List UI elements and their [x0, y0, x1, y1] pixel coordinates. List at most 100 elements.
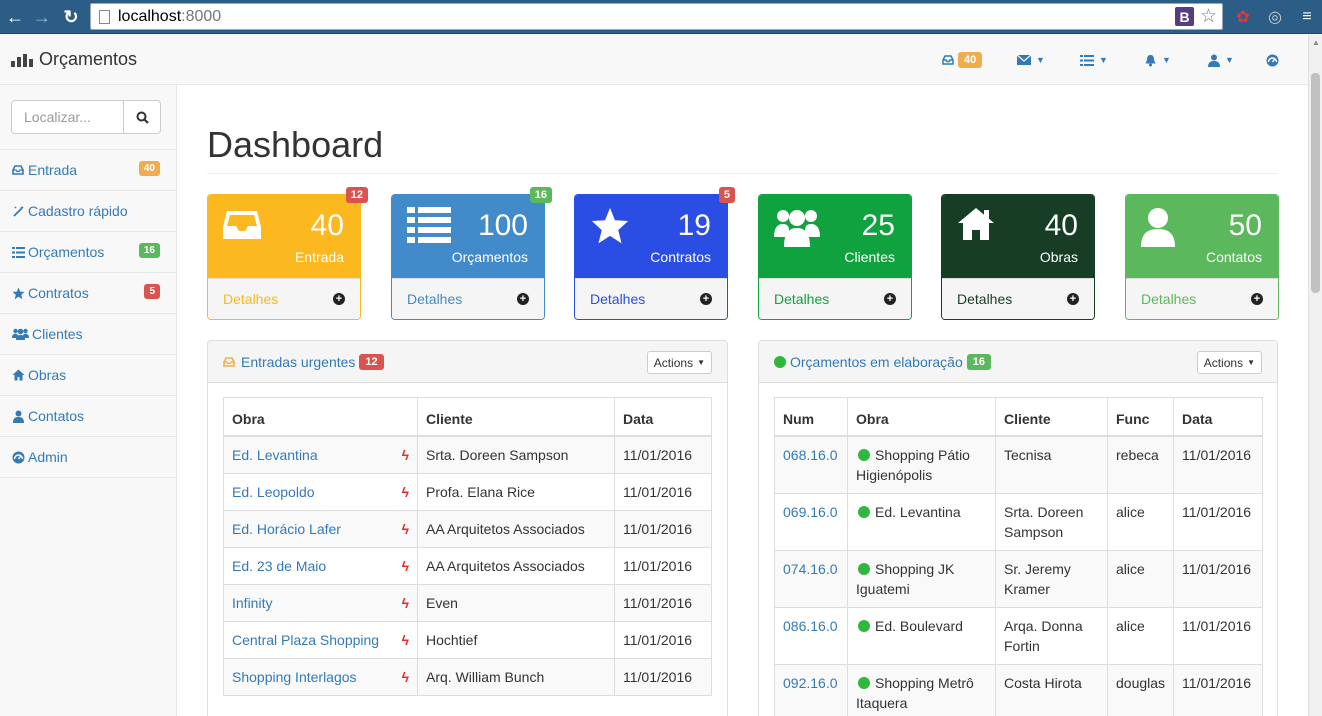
dashboard-gauge-icon: [11, 451, 25, 464]
obra-link[interactable]: Ed. Leopoldo: [232, 484, 315, 500]
card-details-link[interactable]: Detalhes +: [575, 278, 727, 319]
chevron-down-icon: ▼: [1225, 55, 1234, 65]
func-cell: alice: [1106, 492, 1175, 551]
magic-wand-icon: [11, 205, 25, 218]
plus-circle-icon: +: [884, 293, 896, 305]
extension-icon-1[interactable]: ✿: [1232, 6, 1254, 28]
lightning-icon: ϟ: [401, 668, 409, 685]
panel-heading: Orçamentos em elaboração 16 Actions ▼: [759, 341, 1277, 383]
card-label: Orçamentos: [451, 249, 528, 265]
column-header-func[interactable]: Func: [1106, 397, 1175, 437]
column-header-cliente[interactable]: Cliente: [995, 397, 1108, 437]
card-contratos: 5 19 Contratos Detalhes +: [574, 187, 735, 320]
sidebar-item-clientes[interactable]: Clientes: [0, 314, 176, 355]
card-orcamentos: 16 100 Orçamentos Detalhes +: [391, 187, 552, 320]
star-icon: [591, 207, 629, 244]
sidebar-item-obras[interactable]: Obras: [0, 355, 176, 396]
obra-link[interactable]: Infinity: [232, 595, 272, 611]
obra-link[interactable]: Central Plaza Shopping: [232, 632, 379, 648]
lightning-icon: ϟ: [401, 446, 409, 463]
list-icon: [11, 246, 25, 258]
num-link[interactable]: 074.16.0: [783, 561, 838, 577]
sidebar-item-label: Cadastro rápido: [28, 203, 128, 219]
card-details-link[interactable]: Detalhes +: [1126, 278, 1278, 319]
reload-button[interactable]: ↻: [58, 4, 84, 30]
sidebar-item-label: Clientes: [32, 326, 83, 342]
column-header-data[interactable]: Data: [614, 397, 712, 437]
func-cell: alice: [1106, 606, 1175, 665]
sidebar-item-cadastro-rapido[interactable]: Cadastro rápido: [0, 191, 176, 232]
func-cell: alice: [1106, 549, 1175, 608]
cliente-cell: Hochtief: [417, 620, 615, 659]
data-cell: 11/01/2016: [614, 509, 712, 548]
data-cell: 11/01/2016: [1173, 492, 1263, 551]
table-row: Shopping Interlagos ϟ Arq. William Bunch …: [223, 657, 712, 696]
scroll-thumb[interactable]: [1311, 73, 1320, 293]
column-header-obra[interactable]: Obra: [847, 397, 996, 437]
card-details-link[interactable]: Detalhes +: [392, 278, 544, 319]
card-label: Entrada: [294, 249, 344, 265]
sidebar-item-contratos[interactable]: Contratos 5: [0, 273, 176, 314]
obra-cell: Central Plaza Shopping ϟ: [223, 620, 418, 659]
actions-label: Actions: [1203, 355, 1244, 370]
column-header-cliente[interactable]: Cliente: [417, 397, 615, 437]
nav-inbox[interactable]: 40: [942, 35, 983, 85]
sidebar-item-label: Obras: [28, 367, 67, 383]
obra-link[interactable]: Ed. 23 de Maio: [232, 558, 326, 574]
card-details-link[interactable]: Detalhes +: [208, 278, 360, 319]
num-link[interactable]: 086.16.0: [783, 618, 838, 634]
num-link[interactable]: 068.16.0: [783, 447, 838, 463]
sidebar-item-contatos[interactable]: Contatos: [0, 396, 176, 437]
sidebar-item-orcamentos[interactable]: Orçamentos 16: [0, 232, 176, 273]
chevron-down-icon: ▼: [1036, 55, 1045, 65]
card-count: 40: [1044, 209, 1078, 242]
obra-link[interactable]: Ed. Horácio Lafer: [232, 521, 341, 537]
panel-title[interactable]: Orçamentos em elaboração: [790, 354, 963, 370]
nav-admin[interactable]: [1266, 35, 1279, 85]
url-port: :8000: [181, 7, 222, 25]
column-header-num[interactable]: Num: [774, 397, 848, 437]
card-details-link[interactable]: Detalhes +: [759, 278, 911, 319]
forward-button[interactable]: →: [29, 4, 55, 30]
table-row: Ed. Levantina ϟ Srta. Doreen Sampson 11/0…: [223, 435, 712, 474]
num-link[interactable]: 092.16.0: [783, 675, 838, 691]
home-icon: [958, 208, 994, 240]
details-label: Detalhes: [1141, 291, 1197, 307]
sidebar-item-label: Entrada: [28, 162, 78, 178]
sidebar-item-admin[interactable]: Admin: [0, 437, 176, 478]
inbox-icon: [942, 55, 954, 65]
nav-messages[interactable]: ▼: [1017, 35, 1045, 85]
obra-cell: Ed. Horácio Lafer ϟ: [223, 509, 418, 548]
nav-tasks[interactable]: ▼: [1080, 35, 1108, 85]
obra-cell: Ed. Leopoldo ϟ: [223, 472, 418, 511]
obra-link[interactable]: Shopping Interlagos: [232, 669, 357, 685]
column-header-data[interactable]: Data: [1173, 397, 1263, 437]
page-scrollbar[interactable]: ▲: [1308, 35, 1322, 716]
actions-dropdown-button[interactable]: Actions ▼: [1196, 351, 1262, 374]
search-button[interactable]: [123, 100, 161, 134]
nav-user[interactable]: ▼: [1208, 35, 1234, 85]
obra-link[interactable]: Ed. Levantina: [232, 447, 318, 463]
brand[interactable]: Orçamentos: [11, 49, 137, 70]
bootstrap-extension-icon[interactable]: B: [1175, 7, 1194, 26]
bell-icon: [1145, 54, 1156, 66]
card-details-link[interactable]: Detalhes +: [942, 278, 1094, 319]
obra-cell: Shopping Interlagos ϟ: [223, 657, 418, 696]
sidebar-item-entrada[interactable]: Entrada 40: [0, 150, 176, 191]
scroll-up-arrow-icon[interactable]: ▲: [1312, 38, 1320, 47]
nav-alerts[interactable]: ▼: [1144, 35, 1171, 85]
panel-title[interactable]: Entradas urgentes: [241, 354, 355, 370]
extension-icon-2[interactable]: ◎: [1264, 6, 1286, 28]
browser-menu-icon[interactable]: ≡: [1296, 6, 1318, 28]
plus-circle-icon: +: [1251, 293, 1263, 305]
actions-dropdown-button[interactable]: Actions ▼: [646, 351, 712, 374]
back-button[interactable]: ←: [2, 4, 28, 30]
data-cell: 11/01/2016: [1173, 435, 1263, 494]
column-header-obra[interactable]: Obra: [223, 397, 418, 437]
search-input[interactable]: [11, 100, 123, 134]
num-link[interactable]: 069.16.0: [783, 504, 838, 520]
address-bar[interactable]: localhost:8000 B ☆: [90, 3, 1223, 30]
bookmark-star-icon[interactable]: ☆: [1200, 5, 1217, 28]
inbox-count-badge: 40: [958, 52, 983, 68]
details-label: Detalhes: [957, 291, 1013, 307]
